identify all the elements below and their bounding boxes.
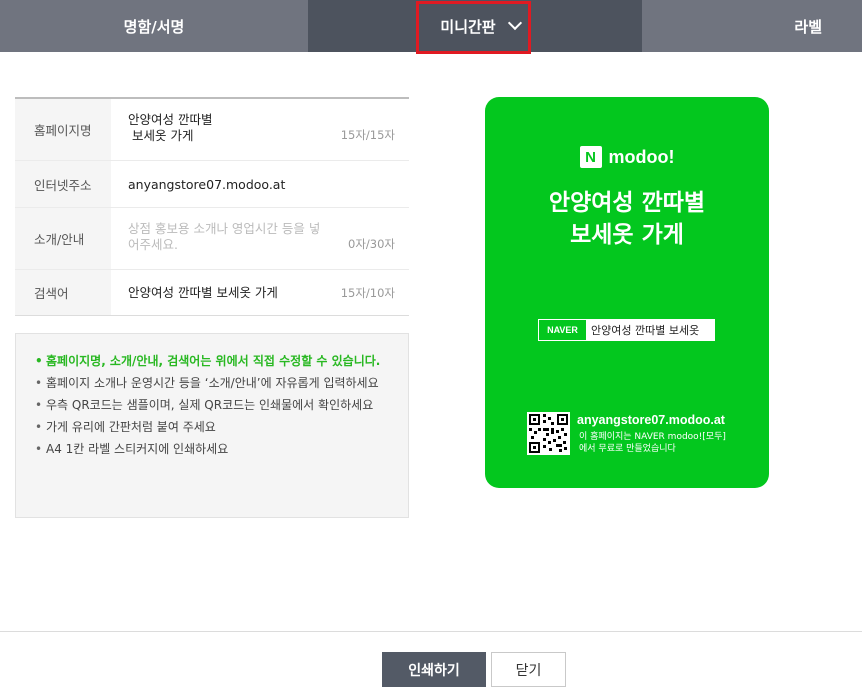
- tab-label-sticker[interactable]: 라벨: [642, 0, 862, 52]
- char-counter: 0자/30자: [348, 237, 395, 251]
- intro-field[interactable]: 상점 홍보용 소개나 영업시간 등을 넣 어주세요. 0자/30자: [111, 208, 409, 269]
- tab-label: 미니간판: [440, 17, 496, 36]
- naver-badge: NAVER: [539, 320, 586, 340]
- tab-business-card[interactable]: 명함/서명: [0, 0, 308, 52]
- signboard-title: 안양여성 깐따별 보세옷 가게: [485, 187, 769, 251]
- tab-bar: 명함/서명 미니간판 라벨: [0, 0, 862, 54]
- signboard-url: anyangstore07.modoo.at: [577, 413, 725, 427]
- chevron-down-icon: [507, 15, 522, 31]
- print-button[interactable]: 인쇄하기: [382, 652, 486, 687]
- form-row-url: 인터넷주소 anyangstore07.modoo.at: [15, 161, 409, 208]
- form-row-homepage-name: 홈페이지명 안양여성 깐따별 보세옷 가게 15자/15자: [15, 99, 409, 161]
- title-line: 보세옷 가게: [570, 222, 684, 248]
- homepage-name-field[interactable]: 안양여성 깐따별 보세옷 가게 15자/15자: [111, 99, 409, 160]
- tab-mini-signboard[interactable]: 미니간판: [308, 0, 642, 54]
- field-label: 인터넷주소: [15, 161, 111, 207]
- field-value: anyangstore07.modoo.at: [128, 177, 286, 192]
- naver-search-bar: NAVER 안양여성 깐따별 보세옷: [538, 319, 715, 341]
- notice-item: 홈페이지 소개나 운영시간 등을 ‘소개/안내’에 자유롭게 입력하세요: [32, 372, 392, 394]
- qr-code-icon: [527, 412, 570, 455]
- field-label: 검색어: [15, 270, 111, 315]
- signboard-form: 홈페이지명 안양여성 깐따별 보세옷 가게 15자/15자 인터넷주소 anya…: [15, 97, 409, 316]
- note-line: 에서 무료로 만들었습니다: [579, 444, 676, 454]
- char-counter: 15자/15자: [340, 128, 395, 142]
- title-line: 안양여성 깐따별: [548, 190, 706, 216]
- brand-name: modoo!: [608, 146, 675, 167]
- notice-box: 홈페이지명, 소개/안내, 검색어는 위에서 직접 수정할 수 있습니다. 홈페…: [15, 333, 409, 518]
- field-label: 소개/안내: [15, 208, 111, 269]
- keyword-field[interactable]: 안양여성 깐따별 보세옷 가게 15자/10자: [111, 270, 409, 315]
- url-field: anyangstore07.modoo.at: [111, 161, 409, 207]
- tab-label: 명함/서명: [123, 17, 185, 36]
- tab-label: 라벨: [794, 17, 822, 36]
- field-value: 안양여성 깐따별 보세옷 가게: [128, 285, 278, 300]
- form-row-intro: 소개/안내 상점 홍보용 소개나 영업시간 등을 넣 어주세요. 0자/30자: [15, 208, 409, 270]
- close-button[interactable]: 닫기: [491, 652, 566, 687]
- note-line: 이 홈페이지는 NAVER modoo![모두]: [579, 432, 726, 442]
- notice-item: 우측 QR코드는 샘플이며, 실제 QR코드는 인쇄물에서 확인하세요: [32, 394, 392, 416]
- notice-item: 가게 유리에 간판처럼 붙여 주세요: [32, 416, 392, 438]
- brand: N modoo!: [485, 146, 769, 168]
- footer: 인쇄하기 닫기: [0, 631, 862, 696]
- field-label: 홈페이지명: [15, 99, 111, 160]
- notice-item: A4 1칸 라벨 스티커지에 인쇄하세요: [32, 438, 392, 460]
- signboard-note: 이 홈페이지는 NAVER modoo![모두] 에서 무료로 만들었습니다: [579, 431, 759, 455]
- placeholder-line: 상점 홍보용 소개나 영업시간 등을 넣: [128, 221, 321, 236]
- char-counter: 15자/10자: [340, 286, 395, 300]
- naver-logo-icon: N: [579, 146, 602, 168]
- form-row-keyword: 검색어 안양여성 깐따별 보세옷 가게 15자/10자: [15, 270, 409, 316]
- search-query: 안양여성 깐따별 보세옷: [591, 324, 700, 337]
- notice-item: 홈페이지명, 소개/안내, 검색어는 위에서 직접 수정할 수 있습니다.: [32, 350, 392, 372]
- signboard-preview: N modoo! 안양여성 깐따별 보세옷 가게 NAVER 안양여성 깐따별 …: [485, 97, 769, 488]
- field-value-line: 안양여성 깐따별: [128, 112, 213, 127]
